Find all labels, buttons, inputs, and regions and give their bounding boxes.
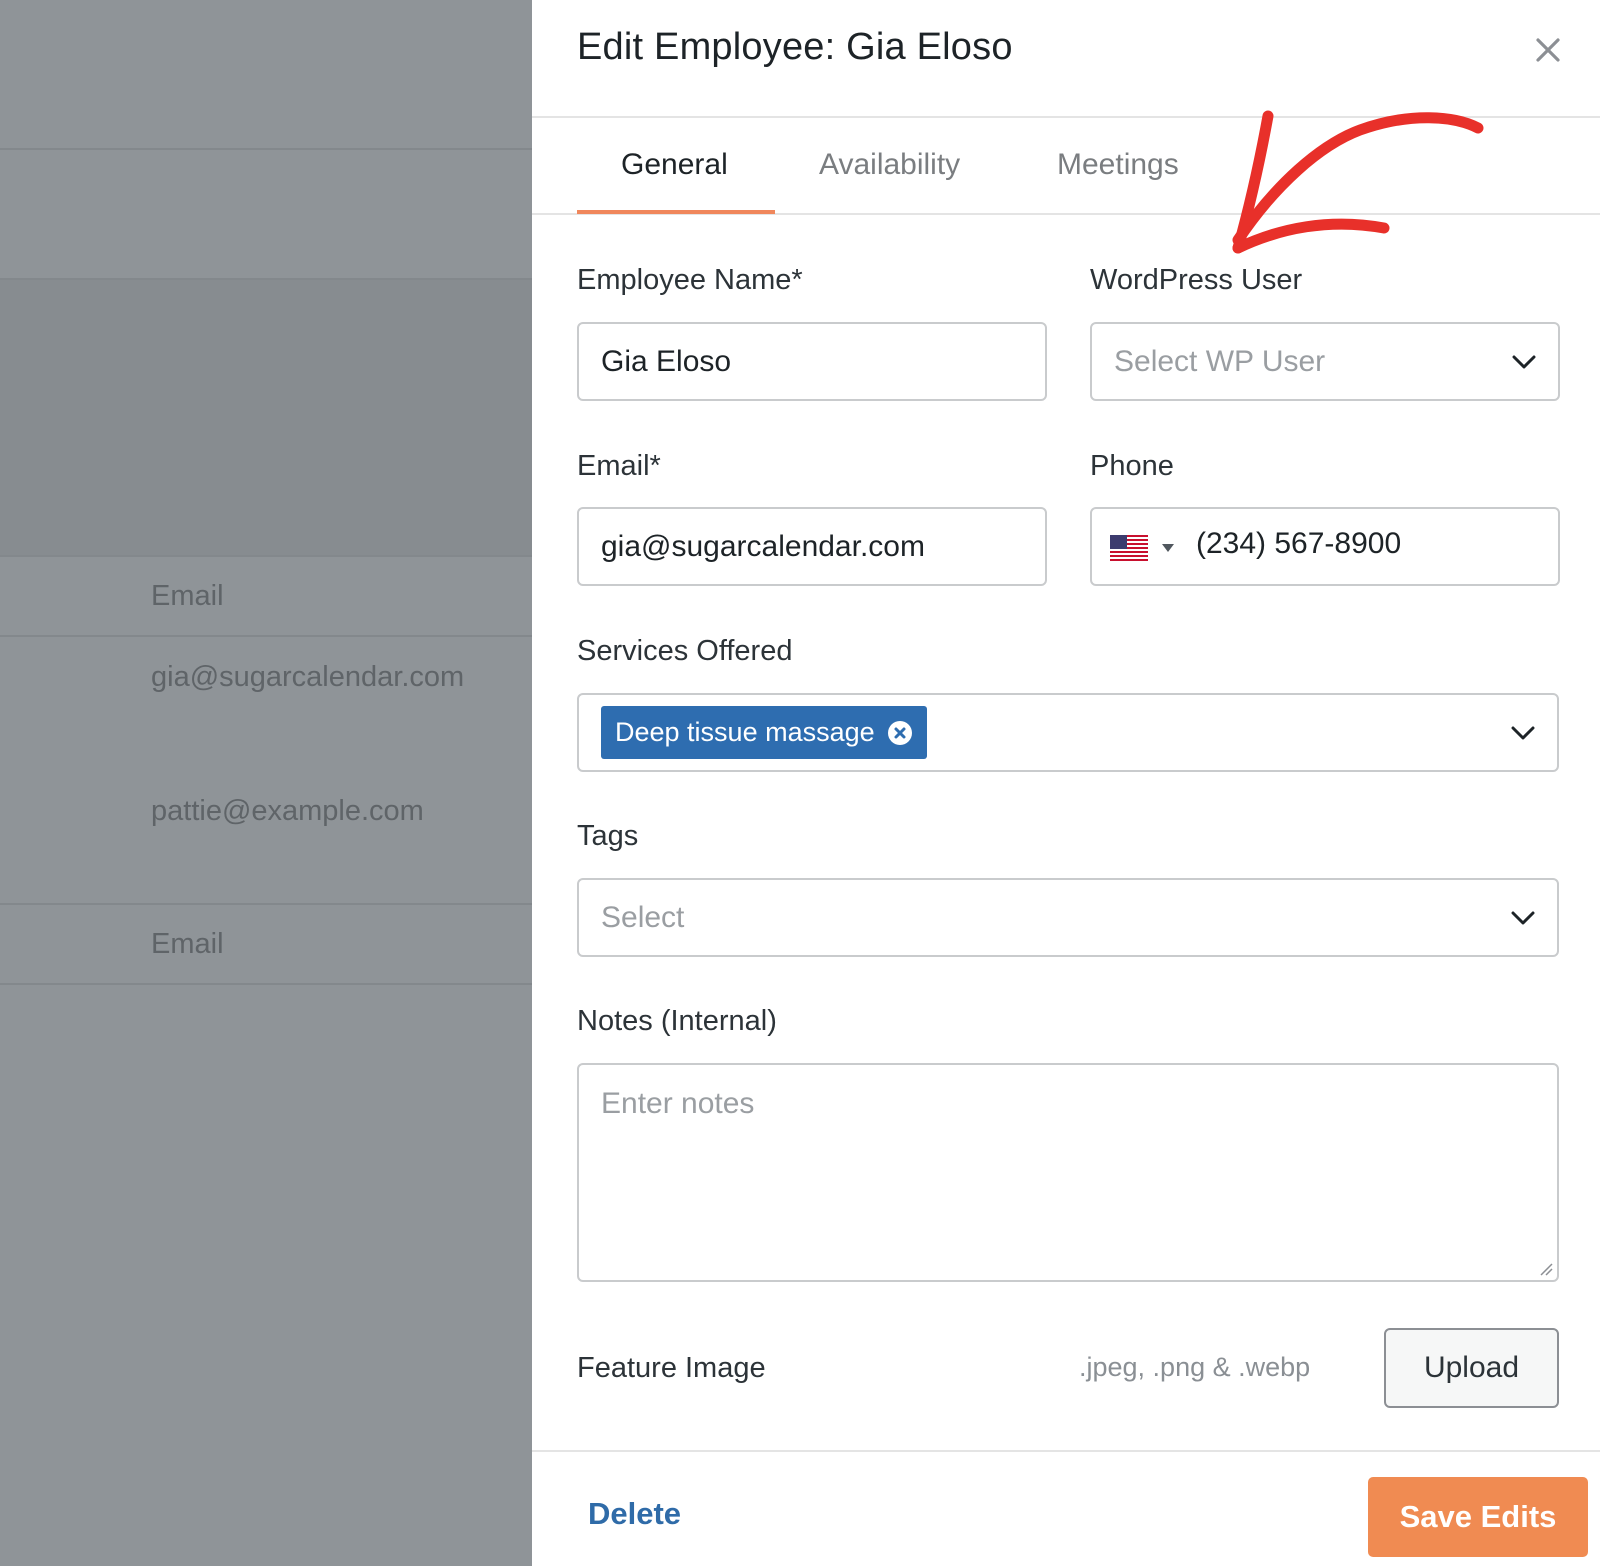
tab-bar: General Availability Meetings: [532, 118, 1600, 215]
tags-label: Tags: [577, 820, 639, 852]
active-tab-indicator: [577, 210, 775, 214]
tab-general[interactable]: General: [621, 148, 728, 182]
background-column-footer: Email: [151, 928, 224, 960]
services-offered-select[interactable]: Deep tissue massage: [577, 693, 1559, 772]
email-label: Email*: [577, 450, 661, 482]
edit-employee-panel: Edit Employee: Gia Eloso General Availab…: [532, 0, 1600, 1566]
employee-name-label: Employee Name*: [577, 264, 803, 296]
background-cell-email: pattie@example.com: [151, 795, 424, 827]
background-column-header: Email: [151, 580, 224, 612]
tab-availability[interactable]: Availability: [819, 148, 960, 182]
save-edits-button[interactable]: Save Edits: [1368, 1477, 1588, 1557]
tags-select[interactable]: Select: [577, 878, 1559, 957]
wordpress-user-placeholder: Select WP User: [1114, 344, 1326, 378]
background-header-band: [0, 280, 532, 556]
tags-placeholder: Select: [601, 900, 685, 934]
resize-handle-icon[interactable]: [1539, 1262, 1553, 1276]
divider: [0, 555, 532, 557]
wordpress-user-select[interactable]: Select WP User: [1090, 322, 1560, 401]
panel-title: Edit Employee: Gia Eloso: [577, 26, 1013, 68]
divider: [0, 903, 532, 905]
phone-value: (234) 567-8900: [1196, 527, 1402, 560]
file-type-hint: .jpeg, .png & .webp: [1079, 1352, 1311, 1382]
divider: [0, 278, 532, 280]
service-chip: Deep tissue massage: [601, 706, 927, 759]
tab-meetings[interactable]: Meetings: [1057, 148, 1179, 182]
background-page: Email gia@sugarcalendar.com pattie@examp…: [0, 0, 532, 1566]
wordpress-user-label: WordPress User: [1090, 264, 1303, 296]
us-flag-icon[interactable]: [1110, 535, 1148, 561]
service-chip-label: Deep tissue massage: [615, 717, 875, 747]
services-offered-label: Services Offered: [577, 635, 793, 667]
notes-label: Notes (Internal): [577, 1005, 777, 1037]
caret-down-icon[interactable]: [1162, 544, 1174, 552]
chevron-down-icon: [1511, 911, 1535, 924]
chevron-down-icon: [1512, 355, 1536, 368]
divider: [0, 635, 532, 637]
divider: [0, 983, 532, 985]
notes-textarea[interactable]: Enter notes: [577, 1063, 1559, 1282]
background-cell-email: gia@sugarcalendar.com: [151, 661, 465, 693]
phone-label: Phone: [1090, 450, 1174, 482]
employee-name-input[interactable]: Gia Eloso: [577, 322, 1047, 401]
upload-button[interactable]: Upload: [1384, 1328, 1559, 1408]
panel-footer: Delete Save Edits: [532, 1450, 1600, 1566]
employee-name-value: Gia Eloso: [601, 344, 732, 378]
feature-image-label: Feature Image: [577, 1352, 766, 1384]
panel-header: Edit Employee: Gia Eloso: [532, 0, 1600, 118]
divider: [0, 148, 532, 150]
close-icon[interactable]: [1528, 30, 1568, 70]
email-field[interactable]: gia@sugarcalendar.com: [577, 507, 1047, 586]
email-value: gia@sugarcalendar.com: [601, 529, 925, 563]
delete-button[interactable]: Delete: [588, 1496, 681, 1532]
phone-field[interactable]: (234) 567-8900: [1090, 507, 1560, 586]
remove-circle-icon[interactable]: [887, 720, 913, 746]
notes-placeholder: Enter notes: [601, 1087, 755, 1120]
chevron-down-icon: [1511, 726, 1535, 739]
